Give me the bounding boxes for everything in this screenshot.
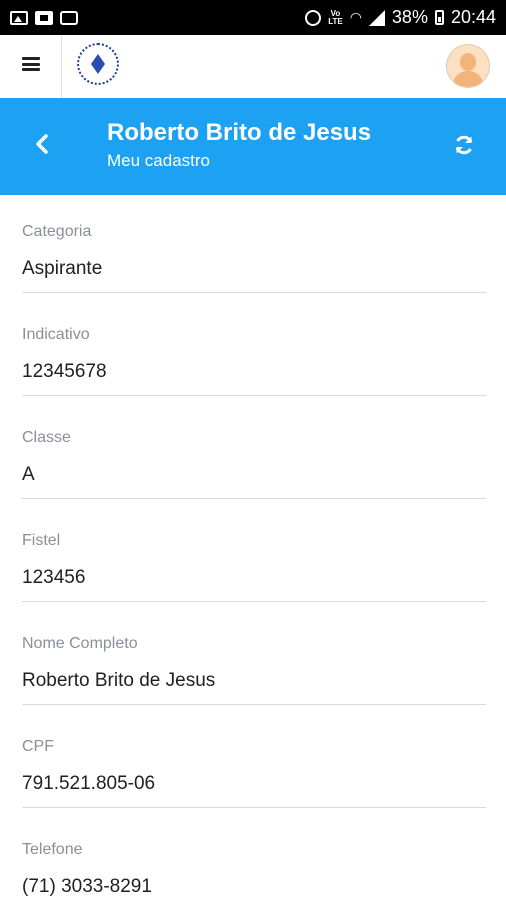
profile-form: Categoria Aspirante Indicativo 12345678 … [0,195,506,916]
refresh-icon[interactable] [452,133,476,157]
status-bar: Vo LTE ◠ 38% 20:44 [0,0,506,35]
page-header: Roberto Brito de Jesus Meu cadastro [0,98,506,195]
clock-time: 20:44 [450,7,496,27]
field-value[interactable]: Roberto Brito de Jesus [22,670,215,692]
field-divider [22,498,486,499]
battery-percent: 38% [391,7,428,27]
field-value[interactable]: 12345678 [22,361,107,383]
field-telefone: Telefone (71) 3033-8291 [0,813,506,916]
status-left-icons [10,10,78,25]
field-cpf: CPF 791.521.805-06 [0,710,506,813]
field-label: Fistel [22,532,61,549]
hamburger-menu-icon[interactable] [22,57,40,71]
battery-icon [434,10,444,25]
status-right-icons: Vo LTE ◠ 38% 20:44 [305,7,496,28]
field-classe: Classe A [0,401,506,504]
field-divider [22,292,486,293]
signal-icon [368,9,385,26]
club-logo-icon[interactable] [77,43,119,85]
top-navbar [0,35,506,98]
field-value[interactable]: 791.521.805-06 [22,773,155,795]
field-value[interactable]: A [22,464,35,486]
field-label: CPF [22,738,54,755]
field-divider [22,704,486,705]
user-avatar-icon[interactable] [446,44,490,88]
field-nome-completo: Nome Completo Roberto Brito de Jesus [0,607,506,710]
wifi-icon: ◠ [349,9,362,25]
field-label: Telefone [22,841,83,858]
navbar-divider [61,35,62,98]
field-label: Nome Completo [22,635,138,652]
page-subtitle: Meu cadastro [107,151,210,170]
field-label: Indicativo [22,326,90,343]
field-divider [22,395,486,396]
chevron-left-icon[interactable] [32,131,54,157]
field-value[interactable]: 123456 [22,567,85,589]
volte-icon: Vo LTE [328,8,343,26]
page-title: Roberto Brito de Jesus [107,119,372,146]
alarm-icon [305,9,322,26]
field-divider [22,807,486,808]
field-value[interactable]: Aspirante [22,258,102,280]
field-divider [22,601,486,602]
image-icon [10,10,28,25]
field-fistel: Fistel 123456 [0,504,506,607]
field-indicativo: Indicativo 12345678 [0,298,506,401]
field-label: Classe [22,429,71,446]
gallery-icon [35,10,53,25]
field-label: Categoria [22,223,92,240]
calendar-icon [60,10,78,25]
field-value[interactable]: (71) 3033-8291 [22,876,152,898]
field-categoria: Categoria Aspirante [0,195,506,298]
